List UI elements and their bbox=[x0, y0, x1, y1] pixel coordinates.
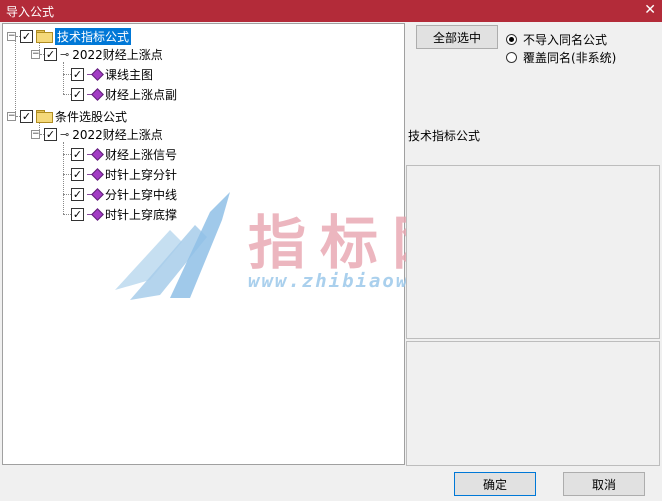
key-icon: ⊸ bbox=[60, 127, 70, 141]
tree-node-label[interactable]: 2022财经上涨点 bbox=[72, 46, 163, 63]
ok-button[interactable]: 确定 bbox=[454, 472, 536, 496]
radio-skip-duplicates[interactable]: 不导入同名公式 bbox=[506, 31, 607, 48]
collapse-icon[interactable]: − bbox=[31, 129, 40, 139]
formula-info-panel bbox=[406, 165, 660, 339]
tree-leaf[interactable]: ✓ 财经上涨点副 bbox=[71, 85, 177, 103]
tree-node-root-2[interactable]: − ✓ 条件选股公式 bbox=[7, 107, 127, 125]
checkmark-icon: ✓ bbox=[72, 67, 83, 81]
formula-icon bbox=[87, 207, 104, 221]
formula-icon bbox=[87, 167, 104, 181]
tree-node-label[interactable]: 分针上穿中线 bbox=[105, 186, 177, 203]
tree-node-group-1[interactable]: − ✓ ⊸ 2022财经上涨点 bbox=[31, 45, 163, 63]
collapse-icon[interactable]: − bbox=[7, 111, 16, 121]
cancel-button[interactable]: 取消 bbox=[563, 472, 645, 496]
tree-node-label[interactable]: 时针上穿分针 bbox=[105, 166, 177, 183]
folder-icon bbox=[36, 110, 53, 123]
formula-icon bbox=[87, 67, 104, 81]
tree-node-root-1[interactable]: − ✓ 技术指标公式 bbox=[7, 27, 132, 45]
tree-node-label[interactable]: 财经上涨点副 bbox=[105, 86, 177, 103]
radio-unselected-icon[interactable] bbox=[506, 52, 517, 63]
window-title: 导入公式 bbox=[6, 5, 55, 19]
tree-node-label[interactable]: 技术指标公式 bbox=[55, 27, 132, 45]
node-checkbox[interactable]: ✓ bbox=[20, 29, 33, 43]
radio-overwrite[interactable]: 覆盖同名(非系统) bbox=[506, 49, 616, 66]
tree-node-label[interactable]: 财经上涨信号 bbox=[105, 146, 177, 163]
tree-node-label[interactable]: 条件选股公式 bbox=[55, 108, 127, 125]
node-checkbox[interactable]: ✓ bbox=[20, 109, 33, 123]
checkmark-icon: ✓ bbox=[21, 109, 32, 123]
checkmark-icon: ✓ bbox=[72, 147, 83, 161]
formula-detail-panel bbox=[406, 341, 660, 466]
title-bar: 导入公式 ✕ bbox=[0, 0, 662, 22]
node-checkbox[interactable]: ✓ bbox=[71, 67, 84, 81]
select-all-button[interactable]: 全部选中 bbox=[416, 25, 498, 49]
formula-icon bbox=[87, 187, 104, 201]
formula-icon bbox=[87, 87, 104, 101]
tree-node-label[interactable]: 时针上穿底撑 bbox=[105, 206, 177, 223]
tree-leaf[interactable]: ✓ 时针上穿分针 bbox=[71, 165, 177, 183]
node-checkbox[interactable]: ✓ bbox=[44, 127, 57, 141]
tree-node-label[interactable]: 2022财经上涨点 bbox=[72, 126, 163, 143]
close-icon[interactable]: ✕ bbox=[644, 2, 656, 18]
node-checkbox[interactable]: ✓ bbox=[71, 167, 84, 181]
checkmark-icon: ✓ bbox=[21, 29, 32, 43]
folder-icon bbox=[36, 30, 53, 43]
key-icon: ⊸ bbox=[60, 47, 70, 61]
tree-leaf[interactable]: ✓ 财经上涨信号 bbox=[71, 145, 177, 163]
checkmark-icon: ✓ bbox=[72, 87, 83, 101]
tree-node-label[interactable]: 课线主图 bbox=[105, 66, 153, 83]
tree-leaf[interactable]: ✓ 分针上穿中线 bbox=[71, 185, 177, 203]
formula-icon bbox=[87, 147, 104, 161]
node-checkbox[interactable]: ✓ bbox=[71, 87, 84, 101]
checkmark-icon: ✓ bbox=[45, 47, 56, 61]
node-checkbox[interactable]: ✓ bbox=[71, 147, 84, 161]
radio-label: 覆盖同名(非系统) bbox=[523, 51, 617, 65]
tree-leaf[interactable]: ✓ 时针上穿底撑 bbox=[71, 205, 177, 223]
node-checkbox[interactable]: ✓ bbox=[71, 187, 84, 201]
formula-tree[interactable]: − ✓ 技术指标公式 − ✓ ⊸ 2022财经上涨点 ✓ 课线主图 ✓ 财经上涨… bbox=[2, 23, 405, 465]
collapse-icon[interactable]: − bbox=[31, 49, 40, 59]
radio-selected-icon[interactable] bbox=[506, 34, 517, 45]
node-checkbox[interactable]: ✓ bbox=[44, 47, 57, 61]
checkmark-icon: ✓ bbox=[72, 187, 83, 201]
radio-label: 不导入同名公式 bbox=[523, 33, 608, 47]
collapse-icon[interactable]: − bbox=[7, 31, 16, 41]
node-checkbox[interactable]: ✓ bbox=[71, 207, 84, 221]
checkmark-icon: ✓ bbox=[45, 127, 56, 141]
formula-type-label: 技术指标公式 bbox=[408, 129, 481, 143]
checkmark-icon: ✓ bbox=[72, 207, 83, 221]
tree-node-group-2[interactable]: − ✓ ⊸ 2022财经上涨点 bbox=[31, 125, 163, 143]
checkmark-icon: ✓ bbox=[72, 167, 83, 181]
tree-leaf[interactable]: ✓ 课线主图 bbox=[71, 65, 153, 83]
